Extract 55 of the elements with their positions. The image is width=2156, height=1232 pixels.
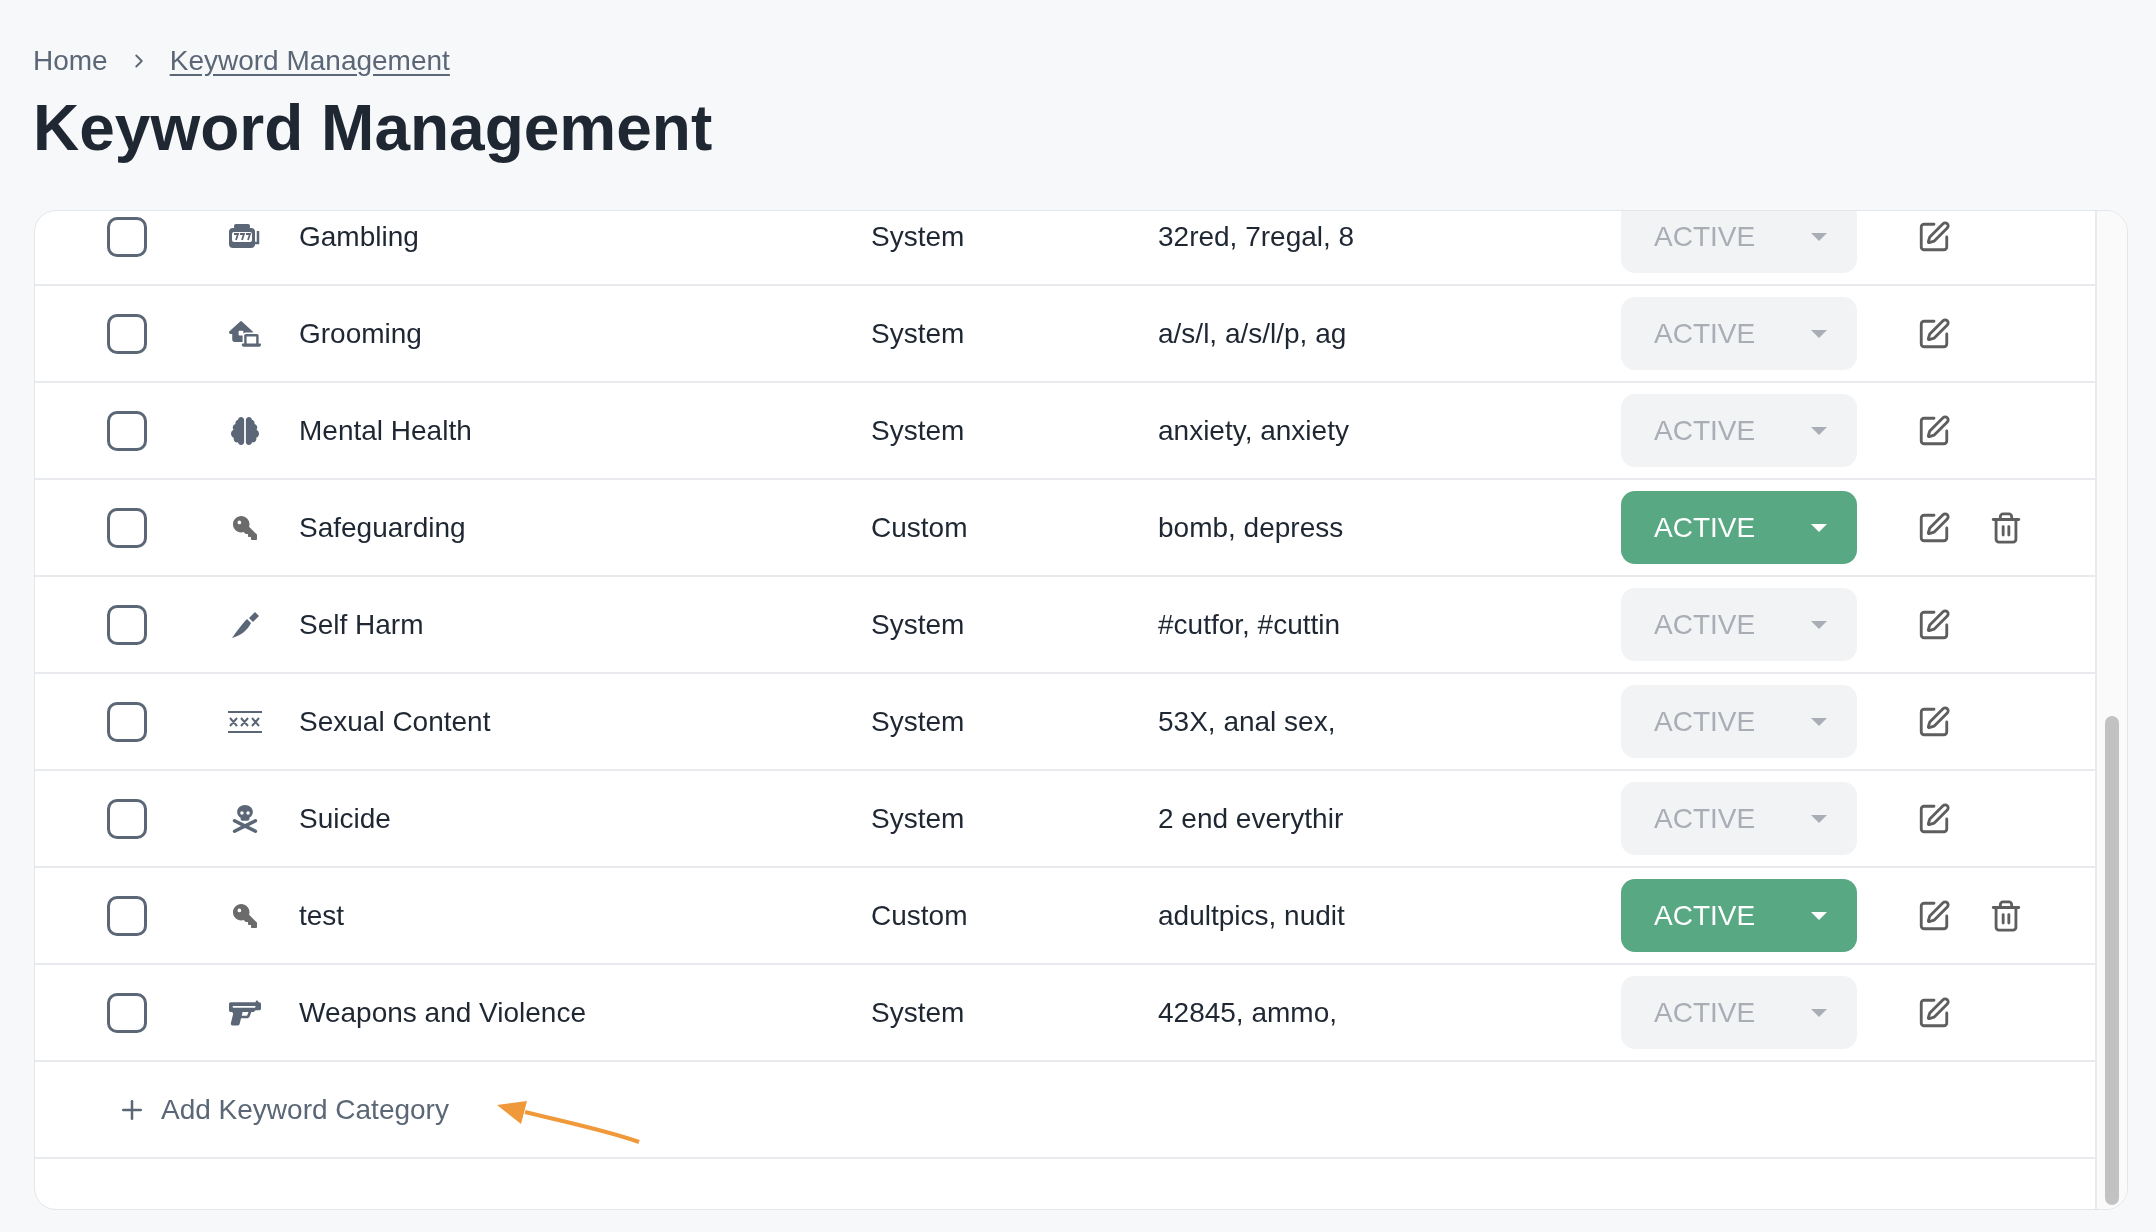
- caret-icon: [1811, 620, 1827, 629]
- caret-icon: [1811, 814, 1827, 823]
- row-checkbox[interactable]: [107, 507, 147, 548]
- edit-icon[interactable]: [1917, 898, 1951, 933]
- category-type: System: [871, 219, 966, 254]
- category-type: System: [871, 801, 966, 836]
- delete-icon[interactable]: [1989, 510, 2023, 545]
- category-name: Sexual Content: [299, 704, 492, 739]
- keyword-list: #cutfor, #cuttin: [1158, 608, 1341, 640]
- keyword-list: 2 end everythir: [1158, 802, 1344, 834]
- status-dropdown[interactable]: ACTIVE: [1621, 491, 1857, 564]
- category-type: System: [871, 316, 966, 351]
- keyword-list: 32red, 7regal, 8: [1158, 220, 1355, 252]
- skull-crossbones-icon: [231, 804, 259, 833]
- scrollbar-thumb[interactable]: [2105, 716, 2119, 1205]
- keyword-list: anxiety, anxiety: [1158, 414, 1349, 446]
- breadcrumb-link[interactable]: Home: [33, 40, 108, 82]
- keyword-list: 53X, anal sex,: [1158, 705, 1336, 737]
- category-name: Self Harm: [299, 607, 425, 642]
- category-name: Suicide: [299, 801, 392, 836]
- category-name: Mental Health: [299, 413, 473, 448]
- caret-icon: [1811, 426, 1827, 435]
- breadcrumb-link[interactable]: Keyword Management: [169, 40, 450, 82]
- category-type: Custom: [871, 510, 969, 545]
- knife-icon: [230, 609, 260, 640]
- add-category-button[interactable]: Add Keyword Category: [117, 1088, 449, 1131]
- delete-icon[interactable]: [1989, 898, 2023, 933]
- row-checkbox[interactable]: [107, 895, 147, 936]
- category-name: Weapons and Violence: [299, 995, 587, 1030]
- keyword-list: adultpics, nudit: [1158, 899, 1345, 931]
- category-name: Grooming: [299, 316, 423, 351]
- key-icon: [233, 903, 257, 928]
- category-type: System: [871, 413, 966, 448]
- caret-icon: [1811, 232, 1827, 241]
- status-dropdown[interactable]: ACTIVE: [1621, 879, 1857, 952]
- brain-icon: [231, 416, 259, 445]
- caret-icon: [1811, 717, 1827, 726]
- category-type: System: [871, 995, 966, 1030]
- category-name: Safeguarding: [299, 510, 467, 545]
- caret-icon: [1811, 329, 1827, 338]
- category-name: test: [299, 898, 346, 933]
- caret-icon: [1811, 1008, 1827, 1017]
- xxx-icon: [227, 709, 263, 734]
- caret-icon: [1811, 523, 1827, 532]
- keyword-list: a/s/l, a/s/l/p, ag: [1158, 317, 1347, 349]
- edit-icon[interactable]: [1917, 510, 1951, 545]
- slot-machine-icon: [228, 222, 262, 251]
- category-type: System: [871, 704, 966, 739]
- keyword-list: 42845, ammo,: [1158, 996, 1337, 1028]
- category-type: System: [871, 607, 966, 642]
- caret-icon: [1811, 911, 1827, 920]
- category-type: Custom: [871, 898, 969, 933]
- key-icon: [233, 515, 257, 540]
- keyword-list: bomb, depress: [1158, 511, 1344, 543]
- category-name: Gambling: [299, 219, 420, 254]
